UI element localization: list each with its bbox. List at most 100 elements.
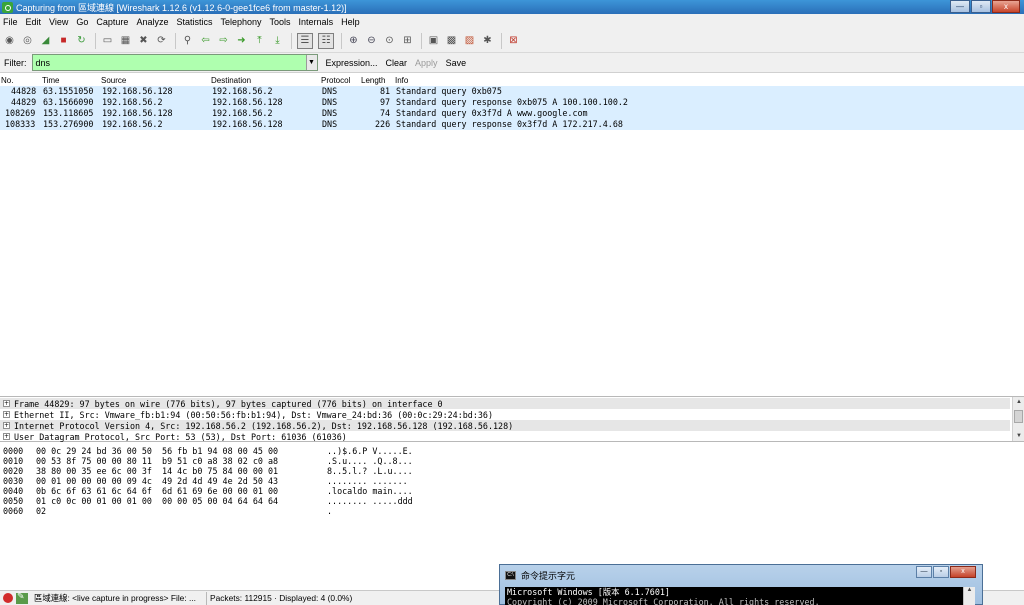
close-button[interactable]: x [992, 0, 1020, 13]
hex-bytes[interactable]: 0b 6c 6f 63 61 6c 64 6f 6d 61 69 6e 00 0… [36, 486, 278, 496]
column-header-destination[interactable]: Destination [211, 76, 251, 85]
packet-row[interactable]: 44828 63.1551050 192.168.56.128 192.168.… [0, 86, 1024, 97]
hex-bytes[interactable]: 38 80 00 35 ee 6c 00 3f 14 4c b0 75 84 0… [36, 466, 278, 476]
expression-button[interactable]: Expression... [326, 58, 378, 68]
coloring-rules-icon[interactable]: ▨ [463, 34, 476, 47]
expand-icon[interactable]: + [3, 433, 10, 440]
go-first-icon[interactable]: ⤒ [253, 34, 266, 47]
expand-icon[interactable]: + [3, 411, 10, 418]
scrollbar-thumb[interactable] [1014, 410, 1023, 423]
hex-bytes[interactable]: 00 0c 29 24 bd 36 00 50 56 fb b1 94 08 0… [36, 446, 278, 456]
scroll-down-icon[interactable]: ▼ [1014, 432, 1024, 440]
capture-filters-icon[interactable]: ▣ [427, 34, 440, 47]
menu-tools[interactable]: Tools [270, 17, 291, 27]
display-filters-icon[interactable]: ▩ [445, 34, 458, 47]
cmd-close-button[interactable]: x [950, 566, 976, 578]
menu-internals[interactable]: Internals [299, 17, 334, 27]
packet-no: 108269 [5, 108, 36, 118]
cmd-window[interactable]: C:\ 命令提示字元 — ▫ x Microsoft Windows [版本 6… [499, 564, 983, 605]
hex-ascii[interactable]: .S.u.... .Q..8... [327, 456, 413, 466]
filter-dropdown-icon[interactable]: ▼ [305, 55, 317, 70]
colorize-icon[interactable]: ☰ [297, 32, 313, 49]
filter-input-value: dns [35, 57, 51, 68]
packet-protocol: DNS [322, 86, 338, 96]
hex-bytes[interactable]: 01 c0 0c 00 01 00 01 00 00 00 05 00 04 6… [36, 496, 278, 506]
column-header-time[interactable]: Time [42, 76, 59, 85]
menu-view[interactable]: View [49, 17, 68, 27]
toolbar-separator [421, 32, 422, 49]
detail-row-udp[interactable]: + User Datagram Protocol, Src Port: 53 (… [0, 431, 1010, 442]
cmd-console[interactable]: Microsoft Windows [版本 6.1.7601] Copyrigh… [505, 587, 963, 605]
start-capture-icon[interactable]: ◢ [39, 34, 52, 47]
expand-icon[interactable]: + [3, 422, 10, 429]
go-forward-icon[interactable]: ⇨ [217, 34, 230, 47]
packet-row[interactable]: 108333 153.276900 192.168.56.2 192.168.5… [0, 119, 1024, 130]
column-header-info[interactable]: Info [395, 76, 408, 85]
preferences-icon[interactable]: ✱ [481, 34, 494, 47]
hex-bytes[interactable]: 02 [36, 506, 46, 516]
hex-ascii[interactable]: .localdo main.... [327, 486, 413, 496]
detail-row-ethernet[interactable]: + Ethernet II, Src: Vmware_fb:b1:94 (00:… [0, 409, 1010, 420]
menu-statistics[interactable]: Statistics [176, 17, 212, 27]
find-packet-icon[interactable]: ⚲ [181, 34, 194, 47]
column-header-protocol[interactable]: Protocol [321, 76, 350, 85]
details-scrollbar[interactable]: ▲ ▼ [1012, 397, 1024, 441]
packet-row[interactable]: 108269 153.118605 192.168.56.128 192.168… [0, 108, 1024, 119]
resize-columns-icon[interactable]: ⊞ [401, 34, 414, 47]
reload-icon[interactable]: ⟳ [155, 34, 168, 47]
menu-analyze[interactable]: Analyze [136, 17, 168, 27]
menu-help[interactable]: Help [341, 17, 360, 27]
scroll-up-icon[interactable]: ▲ [1014, 398, 1024, 406]
maximize-button[interactable]: ▫ [971, 0, 991, 13]
menu-file[interactable]: File [3, 17, 18, 27]
hex-ascii[interactable]: ........ ....... [327, 476, 408, 486]
hex-ascii[interactable]: ..)$.6.P V.....E. [327, 446, 413, 456]
column-header-length[interactable]: Length [361, 76, 385, 85]
detail-text: Internet Protocol Version 4, Src: 192.16… [14, 420, 514, 431]
menu-bar: File Edit View Go Capture Analyze Statis… [0, 14, 1024, 29]
apply-button[interactable]: Apply [415, 58, 438, 68]
minimize-button[interactable]: — [950, 0, 970, 13]
hex-offset: 0010 [3, 456, 24, 466]
close-file-icon[interactable]: ✖ [137, 34, 150, 47]
capture-status-icon[interactable] [3, 593, 13, 603]
options-icon[interactable]: ◎ [21, 34, 34, 47]
stop-capture-icon[interactable]: ■ [57, 34, 70, 47]
column-header-source[interactable]: Source [101, 76, 126, 85]
hex-offset: 0000 [3, 446, 24, 456]
detail-row-ip[interactable]: + Internet Protocol Version 4, Src: 192.… [0, 420, 1010, 431]
save-button[interactable]: Save [446, 58, 467, 68]
help-icon[interactable]: ⊠ [507, 34, 520, 47]
cmd-scroll-up-icon[interactable]: ▲ [963, 587, 975, 605]
expand-icon[interactable]: + [3, 400, 10, 407]
hex-ascii[interactable]: 8..5.l.? .L.u.... [327, 466, 413, 476]
clear-button[interactable]: Clear [386, 58, 408, 68]
interfaces-icon[interactable]: ◉ [3, 34, 16, 47]
filter-input[interactable]: dns ▼ [31, 54, 318, 71]
detail-row-frame[interactable]: + Frame 44829: 97 bytes on wire (776 bit… [0, 398, 1010, 409]
hex-ascii[interactable]: ........ .....ddd [327, 496, 413, 506]
auto-scroll-icon[interactable]: ☷ [318, 32, 334, 49]
menu-edit[interactable]: Edit [26, 17, 42, 27]
hex-bytes[interactable]: 00 01 00 00 00 00 09 4c 49 2d 4d 49 4e 2… [36, 476, 278, 486]
menu-telephony[interactable]: Telephony [220, 17, 261, 27]
column-header-no[interactable]: No. [1, 76, 13, 85]
cmd-maximize-button[interactable]: ▫ [933, 566, 949, 578]
hex-bytes[interactable]: 00 53 8f 75 00 00 80 11 b9 51 c0 a8 38 0… [36, 456, 278, 466]
go-to-packet-icon[interactable]: ➜ [235, 34, 248, 47]
zoom-in-icon[interactable]: ⊕ [347, 34, 360, 47]
hex-ascii[interactable]: . [327, 506, 332, 516]
menu-go[interactable]: Go [76, 17, 88, 27]
zoom-out-icon[interactable]: ⊖ [365, 34, 378, 47]
cmd-minimize-button[interactable]: — [916, 566, 932, 578]
zoom-normal-icon[interactable]: ⊙ [383, 34, 396, 47]
go-back-icon[interactable]: ⇦ [199, 34, 212, 47]
packet-info: Standard query 0x3f7d A www.google.com [396, 108, 588, 118]
save-file-icon[interactable]: ▦ [119, 34, 132, 47]
restart-capture-icon[interactable]: ↻ [75, 34, 88, 47]
edit-comment-icon[interactable] [16, 591, 28, 604]
packet-row[interactable]: 44829 63.1566090 192.168.56.2 192.168.56… [0, 97, 1024, 108]
menu-capture[interactable]: Capture [96, 17, 128, 27]
go-last-icon[interactable]: ⤓ [271, 34, 284, 47]
open-file-icon[interactable]: ▭ [101, 34, 114, 47]
